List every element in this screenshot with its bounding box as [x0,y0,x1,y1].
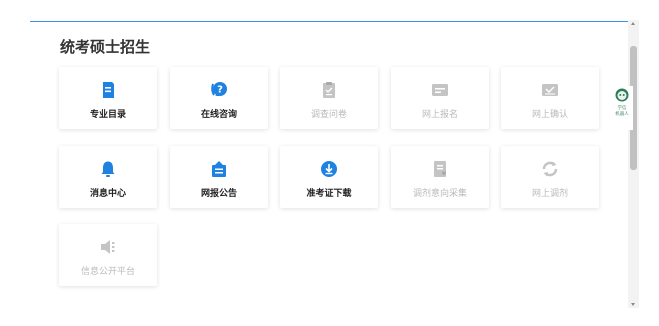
card-label: 网上报名 [421,110,458,120]
download-circle-icon [321,161,337,177]
doc-heart-icon [434,161,446,177]
card-adjustment-intent[interactable]: 调剂意向采集 [391,146,489,208]
robot-label-line2: 机器人 [615,112,629,117]
scroll-down-arrow-icon[interactable] [631,303,635,306]
chat-robot-widget[interactable]: 学信 机器人 [611,86,633,130]
card-online-consult[interactable]: ? 在线咨询 [170,67,268,129]
card-label: 网报公告 [200,189,237,199]
megaphone-icon [101,240,115,254]
page-title: 统考硕士招生 [60,38,151,56]
card-survey[interactable]: 调查问卷 [280,67,378,129]
question-bubble-icon: ? [211,82,227,96]
card-admission-ticket[interactable]: 准考证下载 [280,146,378,208]
card-message-center[interactable]: 消息中心 [59,146,157,208]
card-online-adjustment[interactable]: 网上调剂 [501,146,599,208]
card-label: 网上调剂 [531,189,568,199]
card-label: 准考证下载 [306,189,352,199]
card-label: 在线咨询 [200,110,237,120]
vertical-scrollbar[interactable] [628,20,639,308]
svg-text:?: ? [217,85,223,96]
bell-icon [101,161,115,177]
bulletin-icon [212,161,226,177]
card-bulletin[interactable]: 网报公告 [170,146,268,208]
card-label: 网上确认 [531,110,568,120]
scroll-up-arrow-icon[interactable] [631,22,635,25]
card-label: 消息中心 [89,189,126,199]
book-list-icon [103,82,114,98]
card-online-confirm[interactable]: 网上确认 [501,67,599,129]
card-label: 信息公开平台 [80,267,135,277]
card-online-registration[interactable]: 网上报名 [391,67,489,129]
card-major-catalog[interactable]: 专业目录 [59,67,157,129]
refresh-arrows-icon [542,161,558,177]
clipboard-icon [323,82,335,98]
form-card-icon [432,84,448,96]
card-info-disclosure[interactable]: 信息公开平台 [59,224,157,286]
confirm-card-icon [542,84,558,96]
robot-icon [615,88,629,102]
card-label: 调查问卷 [310,110,347,120]
card-label: 调剂意向采集 [412,189,467,199]
card-label: 专业目录 [89,110,126,120]
